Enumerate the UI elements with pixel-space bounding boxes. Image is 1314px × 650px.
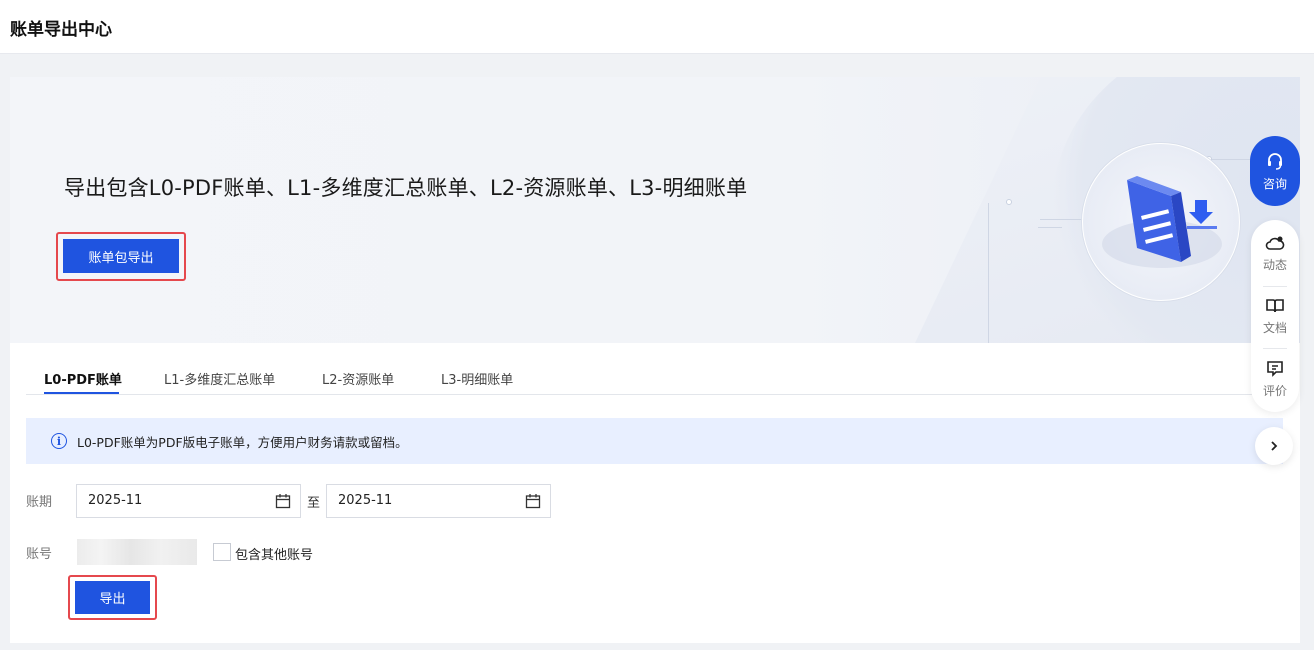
- tab-l1-summary[interactable]: L1-多维度汇总账单: [164, 369, 275, 388]
- illustration-line: [1040, 219, 1086, 220]
- export-button[interactable]: 导出: [75, 581, 150, 614]
- package-export-button[interactable]: 账单包导出: [63, 239, 179, 273]
- period-label: 账期: [26, 495, 53, 510]
- page-title: 账单导出中心: [10, 20, 112, 40]
- illustration-dot: [1006, 199, 1012, 205]
- main-card: 导出包含L0-PDF账单、L1-多维度汇总账单、L2-资源账单、L3-明细账单 …: [10, 77, 1300, 643]
- comment-icon: [1267, 360, 1283, 377]
- docs-button[interactable]: 文档: [1251, 287, 1299, 345]
- active-tab-indicator: [44, 392, 119, 394]
- bill-type-tabs: L0-PDF账单 L1-多维度汇总账单 L2-资源账单 L3-明细账单: [26, 359, 1280, 395]
- float-panel: 动态 文档 评价: [1251, 220, 1299, 412]
- masked-account-id: [77, 539, 197, 565]
- calendar-icon: [525, 494, 541, 509]
- news-button[interactable]: 动态: [1251, 224, 1299, 282]
- end-period-picker[interactable]: 2025-11: [326, 484, 551, 518]
- consult-label: 咨询: [1262, 176, 1287, 191]
- illustration-line: [988, 203, 989, 343]
- include-other-checkbox[interactable]: [213, 543, 231, 561]
- book-icon: [1266, 298, 1284, 312]
- start-period-picker[interactable]: 2025-11: [76, 484, 301, 518]
- headset-icon: [1268, 152, 1282, 170]
- banner: 导出包含L0-PDF账单、L1-多维度汇总账单、L2-资源账单、L3-明细账单 …: [10, 77, 1300, 343]
- consult-button[interactable]: 咨询: [1250, 136, 1300, 206]
- start-period-value: 2025-11: [88, 493, 143, 508]
- feedback-button[interactable]: 评价: [1251, 350, 1299, 408]
- tab-l2-resource[interactable]: L2-资源账单: [322, 369, 394, 388]
- calendar-icon: [275, 494, 291, 509]
- docs-label: 文档: [1262, 320, 1287, 335]
- tab-l3-detail[interactable]: L3-明细账单: [441, 369, 513, 388]
- expand-toolbar-button[interactable]: [1255, 427, 1293, 465]
- info-icon: i: [51, 433, 67, 449]
- divider: [1263, 348, 1287, 349]
- feedback-label: 评价: [1262, 383, 1287, 398]
- info-alert: i L0-PDF账单为PDF版电子账单，方便用户财务请款或留档。: [26, 418, 1283, 464]
- top-header: 账单导出中心: [0, 0, 1314, 54]
- document-export-icon: [1102, 176, 1222, 268]
- banner-title: 导出包含L0-PDF账单、L1-多维度汇总账单、L2-资源账单、L3-明细账单: [64, 176, 748, 200]
- include-other-label[interactable]: 包含其他账号: [235, 544, 313, 563]
- illustration-line: [1038, 227, 1062, 228]
- chevron-right-icon: [1271, 441, 1278, 451]
- info-text: L0-PDF账单为PDF版电子账单，方便用户财务请款或留档。: [77, 435, 408, 450]
- range-separator: 至: [307, 496, 321, 511]
- news-label: 动态: [1262, 257, 1287, 272]
- tab-l0-pdf[interactable]: L0-PDF账单: [44, 369, 122, 388]
- cloud-bell-icon: [1265, 236, 1285, 250]
- account-label: 账号: [26, 547, 53, 562]
- end-period-value: 2025-11: [338, 493, 393, 508]
- document-illustration: [1082, 143, 1240, 301]
